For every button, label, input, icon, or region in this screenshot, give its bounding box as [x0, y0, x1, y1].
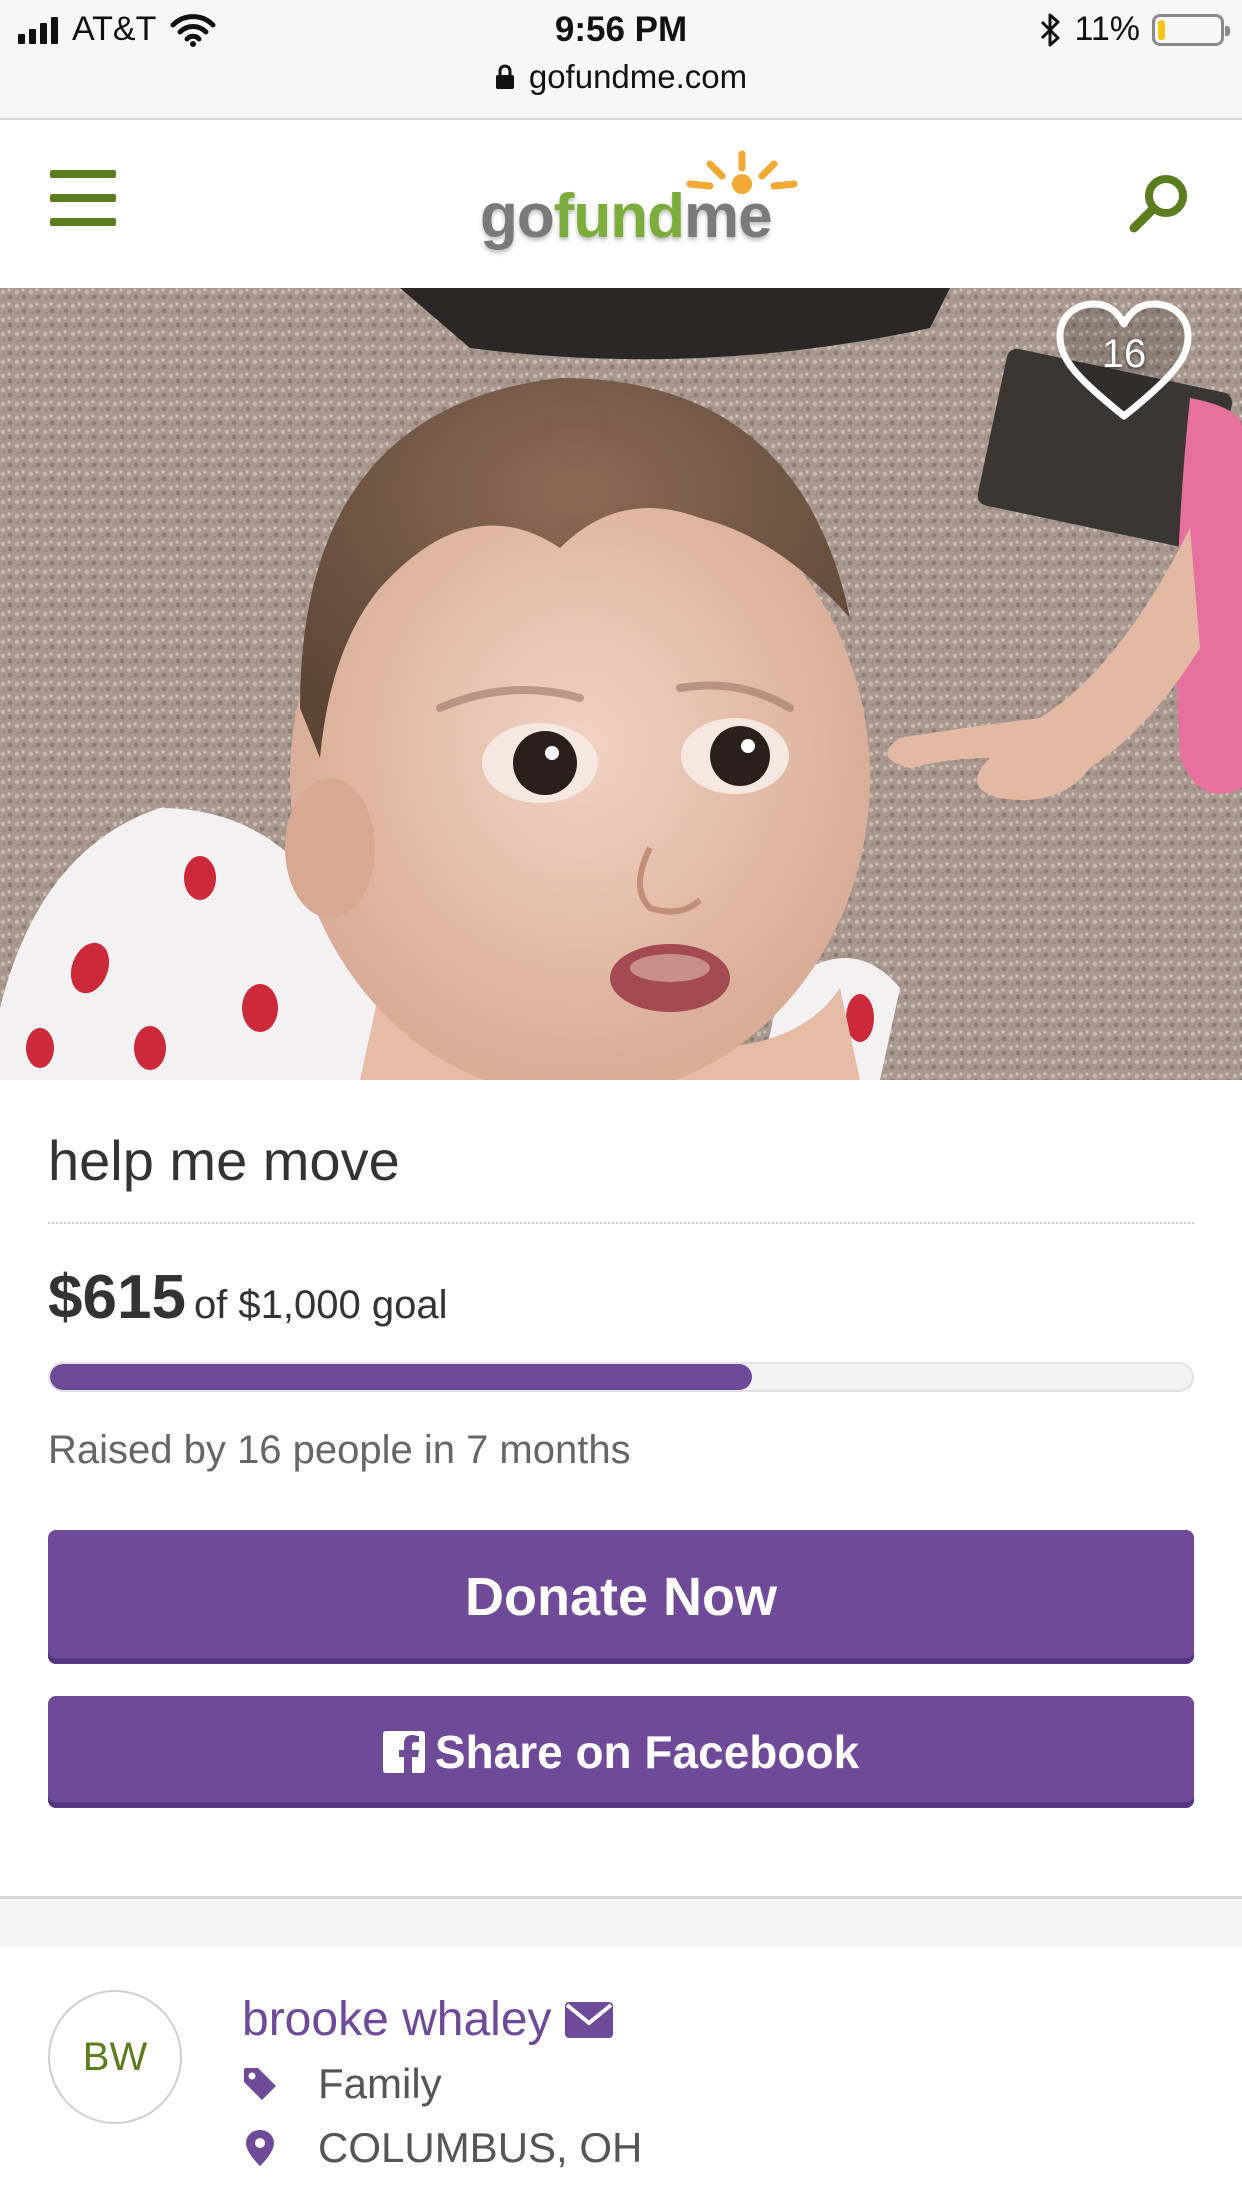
- menu-icon[interactable]: [50, 170, 116, 226]
- donate-now-label: Donate Now: [464, 1567, 777, 1627]
- search-icon[interactable]: [1126, 170, 1192, 236]
- avatar-initials: BW: [82, 2034, 148, 2079]
- mail-icon[interactable]: [564, 2001, 614, 2039]
- location-row: COLUMBUS, OH: [242, 2124, 642, 2172]
- organizer-name-link[interactable]: brooke whaley: [242, 1992, 552, 2047]
- campaign-photo: 16: [0, 288, 1242, 1080]
- battery-icon: [1152, 13, 1230, 46]
- organizer-row: brooke whaley: [242, 1992, 614, 2047]
- raised-summary: Raised by 16 people in 7 months: [48, 1428, 631, 1472]
- heart-count: 16: [1101, 332, 1147, 376]
- lock-icon: [495, 64, 514, 89]
- gofundme-logo[interactable]: gofundme: [480, 150, 810, 260]
- battery-nub: [1225, 25, 1230, 36]
- logo-go: go: [480, 182, 555, 251]
- logo-me: me: [684, 182, 773, 251]
- amount-row: $615 of $1,000 goal: [48, 1262, 448, 1333]
- goal-text: of $1,000 goal: [193, 1283, 448, 1327]
- address-bar[interactable]: gofundme.com: [0, 58, 1242, 96]
- url-text: gofundme.com: [528, 58, 748, 95]
- status-right: 11%: [1038, 10, 1230, 49]
- progress-fill: [50, 1364, 753, 1390]
- location-label: COLUMBUS, OH: [318, 2124, 643, 2171]
- section-divider: [0, 1896, 1242, 1946]
- category-row: Family: [242, 2060, 442, 2108]
- share-on-facebook-button[interactable]: Share on Facebook: [48, 1696, 1194, 1808]
- battery-fill: [1158, 19, 1165, 40]
- avatar: BW: [48, 1990, 182, 2124]
- title-divider: [48, 1222, 1194, 1224]
- campaign-title: help me move: [48, 1129, 400, 1192]
- app-header: gofundme: [0, 120, 1242, 288]
- battery-percentage: 11%: [1074, 10, 1140, 48]
- progress-bar: [48, 1362, 1194, 1392]
- donate-now-button[interactable]: Donate Now: [48, 1530, 1194, 1664]
- logo-fund: fund: [553, 182, 685, 251]
- logo-wordmark: gofundme: [480, 181, 773, 252]
- raised-amount: $615: [48, 1263, 186, 1332]
- location-pin-icon: [246, 2130, 274, 2166]
- bluetooth-icon: [1041, 13, 1060, 46]
- facebook-icon: [382, 1731, 425, 1773]
- status-bar: AT&T 9:56 PM 11% gofundme.com: [0, 0, 1242, 120]
- share-on-facebook-label: Share on Facebook: [434, 1726, 860, 1778]
- tag-icon: [244, 2068, 276, 2100]
- category-label[interactable]: Family: [318, 2060, 442, 2108]
